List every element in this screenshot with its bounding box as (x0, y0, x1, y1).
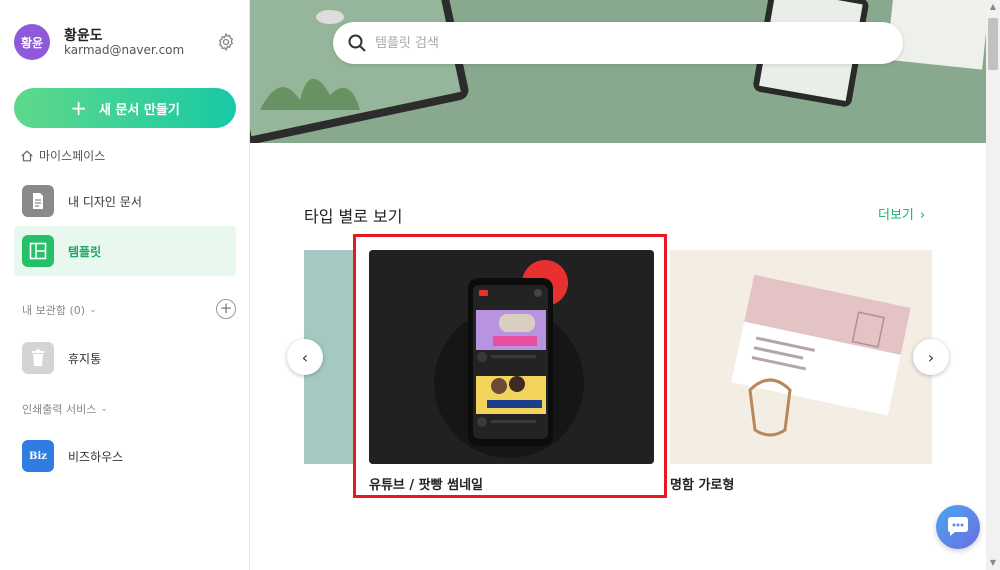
print-title-label: 인쇄출력 서비스 (22, 403, 97, 416)
carousel-next-button[interactable]: › (913, 339, 949, 375)
scroll-down-icon[interactable]: ▼ (986, 556, 1000, 570)
more-link-label: 더보기 (878, 208, 914, 223)
scroll-up-icon[interactable]: ▲ (986, 0, 1000, 14)
card-label-business-card: 명함 가로형 (670, 478, 735, 493)
card-label-youtube: 유튜브 / 팟빵 썸네일 (369, 478, 484, 493)
business-card-preview (670, 250, 932, 464)
app: 황윤 황윤도 karmad@naver.com + 새 문서 만들기 마이스페이… (0, 0, 1000, 570)
sidebar-item-label: 템플릿 (68, 244, 102, 259)
myspace-label: 마이스페이스 (39, 149, 106, 163)
sidebar-item-label: 비즈하우스 (68, 449, 124, 464)
chevron-down-icon: ⌄ (89, 305, 97, 315)
sidebar-item-bizhouse[interactable]: Biz 비즈하우스 (14, 431, 236, 481)
main-content: 타입 별로 보기 더보기 › (250, 0, 986, 570)
section-title: 타입 별로 보기 (304, 207, 403, 226)
search-bar[interactable] (333, 22, 903, 64)
template-card-youtube[interactable] (369, 250, 654, 464)
home-icon (21, 149, 33, 161)
gear-icon[interactable] (216, 32, 236, 52)
search-icon (348, 34, 366, 52)
sidebar-item-templates[interactable]: 템플릿 (14, 226, 236, 276)
chat-button[interactable] (936, 505, 980, 549)
type-carousel: 유튜브 / 팟빵 썸네일 명함 가로형 (304, 250, 932, 500)
hero-banner (250, 0, 986, 143)
chevron-right-icon: › (919, 208, 926, 223)
bizhouse-logo-icon: Biz (22, 440, 54, 472)
sidebar-item-my-designs[interactable]: 내 디자인 문서 (14, 176, 236, 226)
carousel-prev-button[interactable]: ‹ (287, 339, 323, 375)
template-card-business-card[interactable] (670, 250, 932, 464)
sidebar-item-label: 내 디자인 문서 (68, 194, 142, 209)
scrollbar[interactable]: ▲ ▼ (986, 0, 1000, 570)
chat-bubble-icon (948, 517, 968, 536)
profile-name: 황윤도 (64, 28, 103, 44)
scroll-thumb[interactable] (988, 18, 998, 70)
new-document-button[interactable]: + 새 문서 만들기 (14, 88, 236, 128)
search-input[interactable] (375, 35, 855, 51)
sidebar: 황윤 황윤도 karmad@naver.com + 새 문서 만들기 마이스페이… (0, 0, 250, 570)
storage-section-title[interactable]: 내 보관함 (0) ⌄ (22, 302, 97, 318)
chevron-right-icon: › (927, 347, 935, 367)
youtube-thumbnail-preview (369, 250, 654, 464)
print-section-title[interactable]: 인쇄출력 서비스 ⌄ (22, 401, 108, 417)
add-storage-button[interactable]: + (216, 299, 236, 319)
storage-title-label: 내 보관함 (0) (22, 304, 86, 317)
profile-email: karmad@naver.com (64, 43, 185, 57)
avatar[interactable]: 황윤 (14, 24, 50, 60)
trash-icon (22, 342, 54, 374)
template-icon (22, 235, 54, 267)
more-link[interactable]: 더보기 › (878, 204, 925, 223)
sidebar-item-trash[interactable]: 휴지통 (14, 333, 236, 383)
myspace-title: 마이스페이스 (20, 147, 105, 164)
new-document-label: 새 문서 만들기 (98, 102, 180, 118)
chevron-left-icon: ‹ (301, 347, 309, 367)
profile: 황윤 황윤도 karmad@naver.com (14, 24, 236, 60)
sidebar-item-label: 휴지통 (68, 351, 102, 366)
plus-icon: + (70, 96, 87, 120)
document-icon (22, 185, 54, 217)
chevron-down-icon: ⌄ (100, 404, 108, 414)
